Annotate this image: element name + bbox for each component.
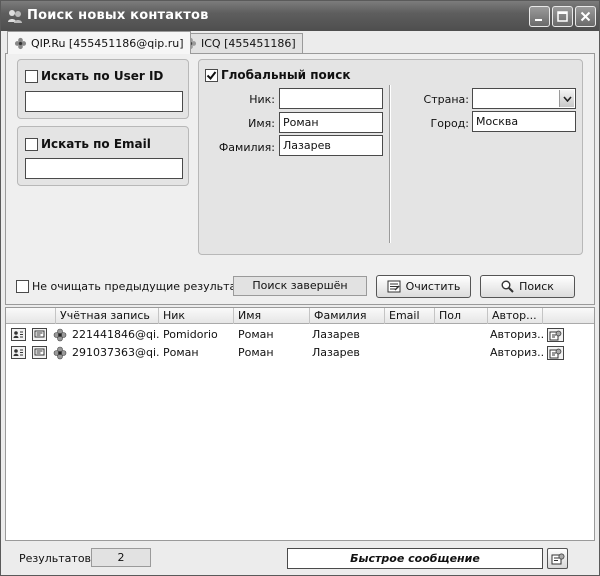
email-cell bbox=[388, 344, 433, 362]
search-button[interactable]: Поиск bbox=[480, 275, 575, 298]
authorize-icon[interactable] bbox=[547, 346, 564, 360]
search-icon bbox=[501, 280, 514, 293]
surname-cell: Лазарев bbox=[312, 328, 360, 341]
gender-cell bbox=[438, 326, 486, 344]
nick-cell: Pomidorio bbox=[163, 328, 218, 341]
name-cell: Роман bbox=[238, 346, 274, 359]
userid-input[interactable] bbox=[25, 91, 183, 112]
country-select[interactable] bbox=[472, 88, 576, 109]
tab-qip-label: QIP.Ru [455451186@qip.ru] bbox=[31, 36, 184, 50]
global-search-checkbox[interactable] bbox=[205, 69, 218, 82]
table-header: Учётная запись Ник Имя Фамилия Email Пол… bbox=[6, 308, 594, 324]
quick-message-button[interactable] bbox=[547, 548, 568, 569]
title-bar[interactable]: Поиск новых контактов bbox=[1, 1, 599, 31]
email-cell bbox=[388, 326, 433, 344]
minimize-button[interactable] bbox=[529, 6, 550, 27]
city-input[interactable]: Москва bbox=[472, 111, 576, 132]
search-status: Поиск завершён bbox=[233, 276, 367, 296]
userid-label: Искать по User ID bbox=[41, 69, 164, 83]
global-search-label: Глобальный поиск bbox=[221, 68, 351, 82]
status-flower-icon bbox=[53, 346, 67, 360]
message-icon[interactable] bbox=[32, 328, 47, 341]
results-count: 2 bbox=[91, 548, 151, 567]
tab-icq[interactable]: ICQ [455451186] bbox=[177, 33, 303, 53]
column-header[interactable]: Фамилия bbox=[310, 308, 385, 324]
close-button[interactable] bbox=[575, 6, 596, 27]
vertical-separator bbox=[389, 85, 391, 243]
surname-input[interactable]: Лазарев bbox=[279, 135, 383, 156]
nick-label: Ник: bbox=[249, 93, 275, 106]
name-cell: Роман bbox=[238, 328, 274, 341]
status-flower-icon bbox=[53, 328, 67, 342]
minimize-icon bbox=[535, 19, 542, 21]
userid-checkbox[interactable] bbox=[25, 70, 38, 83]
authorize-icon[interactable] bbox=[547, 328, 564, 342]
qip-flower-icon bbox=[14, 37, 27, 49]
account-cell: 221441846@qi... bbox=[72, 328, 160, 341]
clear-button[interactable]: Очистить bbox=[376, 275, 471, 298]
table-row[interactable]: 291037363@qi... Роман Роман Лазарев Авто… bbox=[6, 344, 594, 362]
country-label: Страна: bbox=[423, 93, 469, 106]
message-icon[interactable] bbox=[32, 346, 47, 359]
header-icons bbox=[6, 308, 56, 324]
city-label: Город: bbox=[430, 117, 469, 130]
table-row[interactable]: 221441846@qi... Pomidorio Роман Лазарев … bbox=[6, 326, 594, 344]
results-count-label: Результатов: bbox=[19, 552, 95, 565]
surname-label: Фамилия: bbox=[218, 141, 275, 154]
clear-button-label: Очистить bbox=[405, 280, 461, 293]
send-message-icon bbox=[551, 553, 564, 564]
search-button-label: Поиск bbox=[519, 280, 554, 293]
chevron-down-icon[interactable] bbox=[559, 90, 574, 107]
name-label: Имя: bbox=[248, 117, 275, 130]
maximize-icon bbox=[557, 11, 568, 22]
tab-icq-label: ICQ [455451186] bbox=[201, 37, 296, 50]
email-label: Искать по Email bbox=[41, 137, 151, 151]
window-title: Поиск новых контактов bbox=[27, 8, 209, 23]
email-input[interactable] bbox=[25, 158, 183, 179]
column-header[interactable]: Учётная запись bbox=[56, 308, 159, 324]
results-table[interactable]: Учётная запись Ник Имя Фамилия Email Пол… bbox=[5, 307, 595, 541]
column-header[interactable]: Ник bbox=[159, 308, 234, 324]
nick-cell: Роман bbox=[163, 346, 199, 359]
column-header[interactable]: Email bbox=[385, 308, 435, 324]
column-header[interactable]: Пол bbox=[435, 308, 488, 324]
user-card-icon[interactable] bbox=[11, 328, 26, 341]
account-cell: 291037363@qi... bbox=[72, 346, 160, 359]
close-icon bbox=[580, 11, 591, 22]
clear-icon bbox=[387, 280, 401, 293]
auth-cell: Авториз... bbox=[490, 346, 544, 359]
contacts-icon bbox=[8, 10, 22, 23]
checkmark-icon bbox=[206, 71, 217, 81]
email-checkbox[interactable] bbox=[25, 138, 38, 151]
column-header[interactable]: Имя bbox=[234, 308, 310, 324]
maximize-button[interactable] bbox=[552, 6, 573, 27]
nick-input[interactable] bbox=[279, 88, 383, 109]
user-card-icon[interactable] bbox=[11, 346, 26, 359]
tab-qip[interactable]: QIP.Ru [455451186@qip.ru] bbox=[7, 31, 191, 54]
column-header[interactable]: Автор... bbox=[488, 308, 543, 324]
auth-cell: Авториз... bbox=[490, 328, 544, 341]
keep-results-checkbox[interactable] bbox=[16, 280, 29, 293]
keep-results-label: Не очищать предыдущие результаты bbox=[32, 280, 252, 293]
gender-cell bbox=[438, 344, 486, 362]
search-contacts-window: Поиск новых контактов QIP.Ru [455451186@… bbox=[0, 0, 600, 576]
header-end bbox=[543, 308, 594, 324]
name-input[interactable]: Роман bbox=[279, 112, 383, 133]
surname-cell: Лазарев bbox=[312, 346, 360, 359]
quick-message-field[interactable]: Быстрое сообщение bbox=[287, 548, 543, 569]
